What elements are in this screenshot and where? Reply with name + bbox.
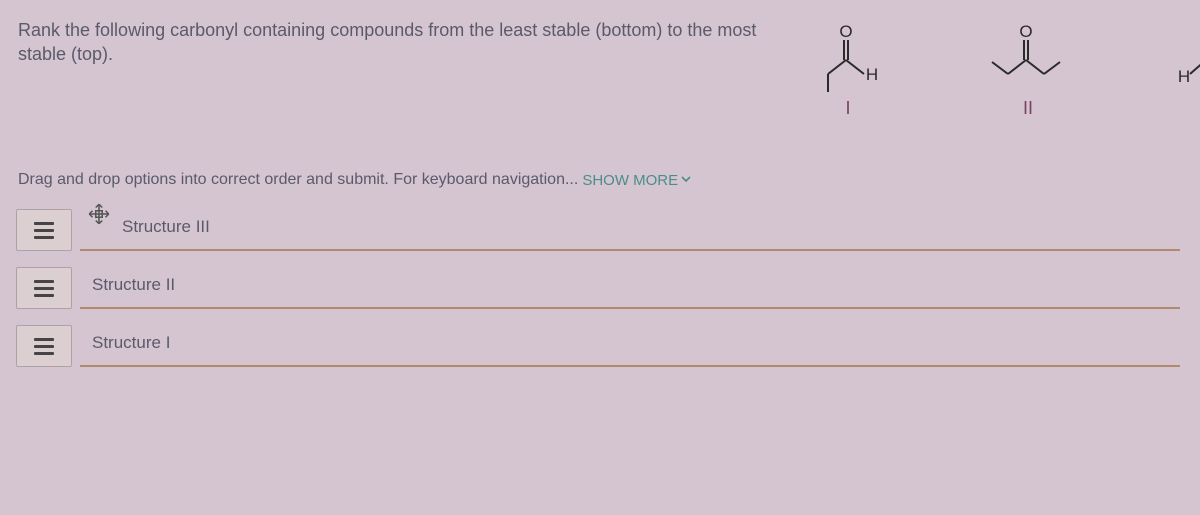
rank-item[interactable]: Structure II [16, 265, 1180, 309]
rank-card[interactable]: Structure II [80, 265, 1180, 309]
rank-list: Structure III Structure II Structure I [10, 203, 1182, 367]
show-more-link[interactable]: SHOW MORE [582, 172, 692, 189]
drag-handle[interactable] [16, 267, 72, 309]
rank-card-label: Structure III [122, 217, 210, 237]
molecule-3-icon: O H H [1158, 22, 1200, 94]
drag-icon [34, 338, 54, 355]
structure-2: O II [968, 22, 1088, 119]
atom-O: O [1019, 22, 1032, 41]
structure-1: O H I [788, 22, 908, 119]
drag-handle[interactable] [16, 209, 72, 251]
move-cursor-icon [86, 201, 112, 227]
structure-3: O H H III [1148, 22, 1200, 119]
rank-card[interactable]: Structure I [80, 323, 1180, 367]
roman-2: II [1023, 98, 1033, 119]
instructions-row: Drag and drop options into correct order… [10, 119, 1182, 203]
molecule-2-icon: O [978, 22, 1078, 94]
rank-item[interactable]: Structure III [16, 207, 1180, 251]
structures-row: O H I O II [788, 18, 1200, 119]
atom-left: H [1178, 67, 1190, 86]
rank-card-label: Structure I [92, 333, 170, 353]
atom-O: O [839, 22, 852, 41]
rank-card-label: Structure II [92, 275, 175, 295]
drag-handle[interactable] [16, 325, 72, 367]
show-more-label: SHOW MORE [582, 172, 678, 189]
drag-icon [34, 222, 54, 239]
question-text: Rank the following carbonyl containing c… [18, 18, 768, 119]
question-header-row: Rank the following carbonyl containing c… [10, 0, 1182, 119]
chevron-down-icon [680, 172, 692, 189]
molecule-1-icon: O H [798, 22, 898, 94]
roman-1: I [845, 98, 850, 119]
drag-icon [34, 280, 54, 297]
rank-item[interactable]: Structure I [16, 323, 1180, 367]
rank-card[interactable]: Structure III [80, 207, 1180, 251]
question-panel: Rank the following carbonyl containing c… [10, 0, 1182, 515]
atom-right: H [866, 65, 878, 84]
instructions-text: Drag and drop options into correct order… [18, 171, 578, 189]
